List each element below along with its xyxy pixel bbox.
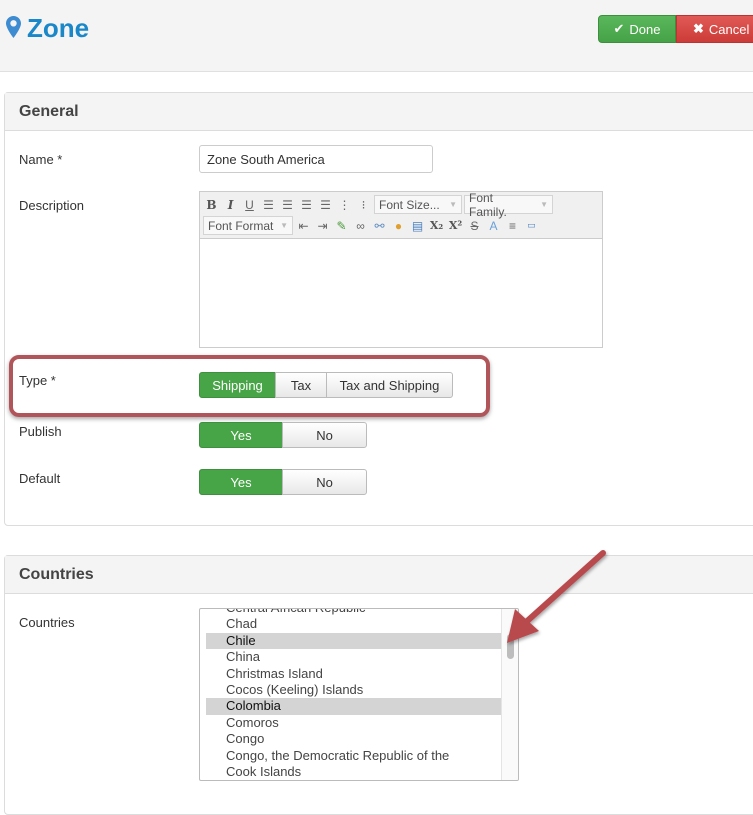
editor-toolbar: B I U ☰ ☰ ☰ ☰ ⋮ ⁝ Font Size... ▼ Font Fam… (200, 191, 602, 239)
country-option[interactable]: China (206, 649, 502, 665)
countries-label: Countries (19, 615, 75, 630)
page-title-text: Zone (27, 12, 90, 43)
general-section-title: General (5, 93, 753, 131)
countries-section-title: Countries (5, 556, 753, 594)
default-yes-button[interactable]: Yes (199, 469, 283, 495)
publish-no-button[interactable]: No (282, 422, 367, 448)
type-label: Type * (19, 373, 56, 388)
editor-content-area[interactable] (200, 239, 602, 347)
country-option[interactable]: Colombia (206, 698, 502, 715)
type-button-group: Shipping Tax Tax and Shipping (199, 372, 453, 398)
italic-icon[interactable]: I (222, 196, 239, 214)
name-input[interactable] (199, 145, 433, 173)
remove-format-icon[interactable]: A (485, 217, 502, 235)
ordered-list-icon[interactable]: ⋮ (336, 196, 353, 214)
close-icon: ✖ (693, 21, 704, 36)
cancel-button[interactable]: ✖ Cancel (676, 15, 753, 43)
html-source-icon[interactable]: ▭ (523, 217, 540, 235)
align-center-icon[interactable]: ☰ (279, 196, 296, 214)
unordered-list-icon[interactable]: ⁝ (355, 196, 372, 214)
arrow-annotation (507, 550, 606, 643)
country-option[interactable]: Congo, the Democratic Republic of the (206, 748, 502, 764)
publish-button-group: Yes No (199, 422, 367, 448)
chevron-down-icon: ▼ (280, 221, 288, 230)
map-marker-icon (6, 16, 21, 40)
edit-image-icon[interactable]: ✎ (333, 217, 350, 235)
superscript-icon[interactable]: X² (447, 217, 464, 235)
toolbar: ✔ Done ✖ Cancel (598, 15, 753, 43)
page-title: Zone (6, 12, 89, 44)
indent-icon[interactable]: ⇥ (314, 217, 331, 235)
description-editor: B I U ☰ ☰ ☰ ☰ ⋮ ⁝ Font Size... ▼ Font Fam… (199, 191, 603, 348)
default-label: Default (19, 471, 61, 486)
subscript-icon[interactable]: X₂ (428, 217, 445, 235)
publish-label: Publish (19, 424, 62, 439)
edit-document-icon[interactable]: ▤ (409, 217, 426, 235)
bold-icon[interactable]: B (203, 196, 220, 214)
align-justify-icon[interactable]: ☰ (317, 196, 334, 214)
country-option[interactable]: Christmas Island (206, 666, 502, 682)
strikethrough-icon[interactable]: S (466, 217, 483, 235)
align-left-icon[interactable]: ☰ (260, 196, 277, 214)
country-option[interactable]: Chile (206, 632, 502, 650)
type-option-shipping[interactable]: Shipping (199, 372, 276, 398)
align-right-icon[interactable]: ☰ (298, 196, 315, 214)
check-icon: ✔ (613, 21, 625, 36)
unlink-icon[interactable]: ⚯ (371, 217, 388, 235)
country-option[interactable]: Comoros (206, 715, 502, 731)
type-option-tax-and-shipping[interactable]: Tax and Shipping (326, 372, 453, 398)
country-option[interactable]: Central African Republic (206, 609, 502, 616)
insert-link-icon[interactable]: ∞ (352, 217, 369, 235)
country-option[interactable]: Congo (206, 731, 502, 747)
page-header: Zone ✔ Done ✖ Cancel (0, 0, 753, 72)
country-option[interactable]: Chad (206, 616, 502, 632)
country-option[interactable]: Cocos (Keeling) Islands (206, 682, 502, 698)
chevron-down-icon: ▼ (540, 200, 548, 209)
done-button[interactable]: ✔ Done (598, 15, 676, 43)
font-size-select[interactable]: Font Size... ▼ (374, 195, 462, 214)
country-options: Central African RepublicChadChileChinaCh… (206, 609, 502, 780)
country-option[interactable]: Cook Islands (206, 764, 502, 780)
font-family-select-label: Font Family. (469, 190, 507, 219)
font-format-select-label: Font Format (208, 218, 274, 233)
font-family-select[interactable]: Font Family. ▼ (464, 191, 553, 219)
type-option-tax[interactable]: Tax (275, 372, 327, 398)
default-no-button[interactable]: No (282, 469, 367, 495)
default-button-group: Yes No (199, 469, 367, 495)
horizontal-rule-icon[interactable]: ≡ (504, 217, 521, 235)
chevron-down-icon: ▼ (449, 200, 457, 209)
description-label: Description (19, 198, 85, 213)
outdent-icon[interactable]: ⇤ (295, 217, 312, 235)
cancel-button-label: Cancel (708, 21, 750, 37)
underline-icon[interactable]: U (241, 196, 258, 214)
done-button-label: Done (629, 21, 661, 37)
countries-multiselect[interactable]: Central African RepublicChadChileChinaCh… (199, 608, 519, 781)
name-label: Name * (19, 152, 63, 167)
font-size-select-label: Font Size... (379, 197, 440, 212)
publish-yes-button[interactable]: Yes (199, 422, 283, 448)
color-palette-icon[interactable]: ● (390, 217, 407, 235)
font-format-select[interactable]: Font Format ▼ (203, 216, 293, 235)
